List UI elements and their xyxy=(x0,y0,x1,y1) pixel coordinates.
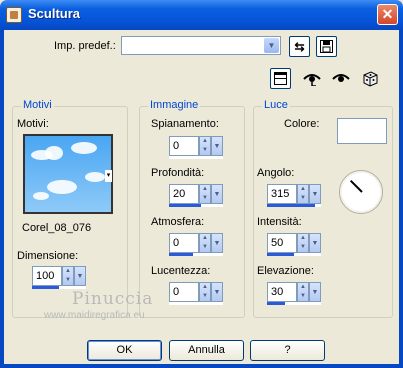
preview-dropdown-icon[interactable]: ▾ xyxy=(105,170,112,182)
atmosfera-label: Atmosfera: xyxy=(151,216,205,228)
window-title: Scultura xyxy=(28,6,81,21)
chevron-down-icon[interactable]: ▼ xyxy=(309,282,321,302)
atmosfera-bar[interactable] xyxy=(169,253,223,256)
spianamento-label: Spianamento: xyxy=(151,118,219,130)
chevron-down-icon[interactable]: ▼ xyxy=(309,184,321,204)
profondita-bar-fill xyxy=(169,204,202,207)
pattern-name: Corel_08_076 xyxy=(22,222,92,234)
preset-label: Imp. predef.: xyxy=(54,40,116,52)
profondita-spinner[interactable]: 20 ▲ ▼ ▼ xyxy=(169,184,225,207)
spin-arrows-icon[interactable]: ▲ ▼ xyxy=(297,184,309,204)
elevazione-value[interactable]: 30 xyxy=(267,282,297,302)
dimensione-spinner[interactable]: 100 ▲ ▼ ▼ xyxy=(32,266,88,289)
cloud-shape xyxy=(71,142,97,154)
spianamento-value[interactable]: 0 xyxy=(169,136,199,156)
colore-swatch[interactable] xyxy=(337,118,387,144)
watermark-url: www.maidiregrafica.eu xyxy=(44,310,145,321)
eye-alt-icon[interactable] xyxy=(330,68,351,89)
angolo-bar[interactable] xyxy=(267,204,321,207)
lucentezza-bar[interactable] xyxy=(169,302,223,305)
atmosfera-spinner[interactable]: 0 ▲ ▼ ▼ xyxy=(169,233,225,256)
elevazione-label: Elevazione: xyxy=(257,265,314,277)
cloud-shape xyxy=(47,180,77,194)
atmosfera-bar-fill xyxy=(169,253,194,256)
luce-group-title: Luce xyxy=(262,99,290,111)
spin-arrows-icon[interactable]: ▲ ▼ xyxy=(297,282,309,302)
immagine-group-title: Immagine xyxy=(148,99,201,111)
elevazione-bar-fill xyxy=(267,302,285,305)
random-dice-icon[interactable] xyxy=(359,68,380,89)
lucentezza-value[interactable]: 0 xyxy=(169,282,199,302)
eye-icon[interactable] xyxy=(301,68,322,89)
save-icon-glyph xyxy=(320,40,333,53)
chevron-down-icon[interactable]: ▼ xyxy=(74,266,86,286)
profondita-label: Profondità: xyxy=(151,167,205,179)
reset-icon[interactable]: ⇆ xyxy=(289,36,310,57)
spin-arrows-icon[interactable]: ▲ ▼ xyxy=(199,282,211,302)
chevron-down-icon[interactable]: ▼ xyxy=(211,136,223,156)
preset-combo[interactable]: ▼ xyxy=(121,36,281,55)
app-icon xyxy=(6,7,22,23)
cloud-shape xyxy=(85,172,105,182)
chevron-down-icon[interactable]: ▼ xyxy=(211,282,223,302)
spianamento-spinner[interactable]: 0 ▲ ▼ ▼ xyxy=(169,136,225,159)
spin-arrows-icon[interactable]: ▲ ▼ xyxy=(199,136,211,156)
preview-toggle-glyph xyxy=(274,72,287,85)
cloud-shape xyxy=(33,192,49,200)
spin-arrows-icon[interactable]: ▲ ▼ xyxy=(199,233,211,253)
pattern-preview[interactable]: ▾ xyxy=(23,134,113,214)
preview-toggle-icon[interactable] xyxy=(270,68,291,89)
dimensione-label: Dimensione: xyxy=(17,250,79,262)
intensita-bar-fill xyxy=(267,253,294,256)
spianamento-bar[interactable] xyxy=(169,156,223,159)
colore-label: Colore: xyxy=(284,118,320,130)
angolo-label: Angolo: xyxy=(257,167,295,179)
chevron-down-icon[interactable]: ▼ xyxy=(211,233,223,253)
annulla-button[interactable]: Annulla xyxy=(169,340,244,361)
elevazione-bar[interactable] xyxy=(267,302,321,305)
watermark-name: Pinuccia xyxy=(72,289,154,309)
angolo-value[interactable]: 315 xyxy=(267,184,297,204)
intensita-spinner[interactable]: 50 ▲ ▼ ▼ xyxy=(267,233,323,256)
close-button[interactable]: ✕ xyxy=(377,4,398,25)
angolo-bar-fill xyxy=(267,204,315,207)
spin-arrows-icon[interactable]: ▲ ▼ xyxy=(297,233,309,253)
eye-glyph xyxy=(302,73,321,86)
spin-arrows-icon[interactable]: ▲ ▼ xyxy=(62,266,74,286)
elevazione-spinner[interactable]: 30 ▲ ▼ ▼ xyxy=(267,282,323,305)
window-frame-bottom xyxy=(0,364,403,368)
dimensione-value[interactable]: 100 xyxy=(32,266,62,286)
save-icon[interactable] xyxy=(316,36,337,57)
chevron-down-icon[interactable]: ▼ xyxy=(264,38,279,53)
motivi-group-title: Motivi xyxy=(21,99,54,111)
help-button[interactable]: ? xyxy=(250,340,325,361)
motivi-label: Motivi: xyxy=(17,118,49,130)
spin-arrows-icon[interactable]: ▲ ▼ xyxy=(199,184,211,204)
dial-needle xyxy=(349,179,363,193)
atmosfera-value[interactable]: 0 xyxy=(169,233,199,253)
angle-dial[interactable] xyxy=(339,170,383,214)
profondita-bar[interactable] xyxy=(169,204,223,207)
intensita-label: Intensità: xyxy=(257,216,302,228)
profondita-value[interactable]: 20 xyxy=(169,184,199,204)
eye-alt-glyph xyxy=(331,73,350,82)
cloud-shape xyxy=(45,146,63,160)
title-bar[interactable]: Scultura ✕ xyxy=(0,0,403,30)
chevron-down-icon[interactable]: ▼ xyxy=(211,184,223,204)
lucentezza-spinner[interactable]: 0 ▲ ▼ ▼ xyxy=(169,282,225,305)
intensita-bar[interactable] xyxy=(267,253,321,256)
window-frame-right xyxy=(399,30,403,368)
dimensione-bar-fill xyxy=(32,286,59,289)
window-frame-left xyxy=(0,30,4,368)
intensita-value[interactable]: 50 xyxy=(267,233,297,253)
ok-button[interactable]: OK xyxy=(87,340,162,361)
chevron-down-icon[interactable]: ▼ xyxy=(309,233,321,253)
lucentezza-label: Lucentezza: xyxy=(151,265,211,277)
dice-glyph xyxy=(363,70,377,87)
angolo-spinner[interactable]: 315 ▲ ▼ ▼ xyxy=(267,184,323,207)
